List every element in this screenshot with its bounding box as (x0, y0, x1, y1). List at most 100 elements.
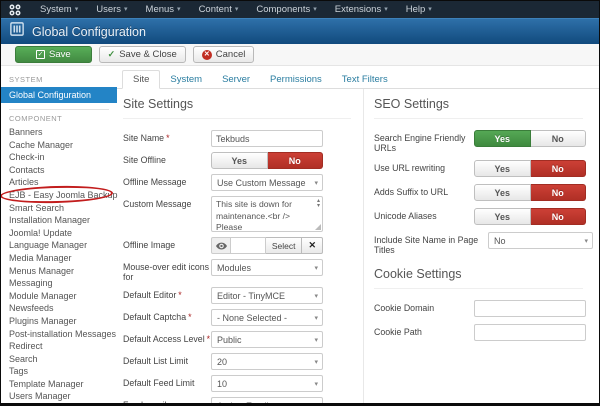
sidebar-item-module-manager[interactable]: Module Manager (1, 290, 117, 303)
sidebar-item-media-manager[interactable]: Media Manager (1, 252, 117, 265)
top-menu: System ▾ Users ▾ Menus ▾ Content ▾ Component… (31, 4, 441, 15)
offline-message-select[interactable]: Use Custom Message ▾ (211, 174, 323, 191)
menu-content[interactable]: Content ▾ (190, 4, 248, 15)
save-close-button[interactable]: ✓ Save & Close (98, 46, 186, 63)
menu-extensions[interactable]: Extensions ▾ (326, 4, 397, 15)
sidebar-item-ejb-easy-joomla-backup[interactable]: EJB - Easy Joomla Backup (1, 184, 118, 205)
offline-image-label: Offline Image (123, 240, 176, 250)
cookie-settings-heading: Cookie Settings (374, 263, 583, 290)
chevron-down-icon: ▾ (314, 292, 318, 300)
url-suffix-yes-button[interactable]: Yes (474, 184, 531, 202)
sidebar-item-smart-search[interactable]: Smart Search (1, 202, 117, 215)
menu-system[interactable]: System ▾ (31, 4, 87, 15)
sef-urls-no-button[interactable]: No (530, 130, 586, 147)
sef-urls-toggle: Yes No (474, 130, 586, 147)
cookie-path-label: Cookie Path (374, 327, 422, 338)
default-access-label: Default Access Level * (123, 334, 211, 345)
sidebar-item-contacts[interactable]: Contacts (1, 164, 117, 177)
list-limit-select[interactable]: 20 ▾ (211, 353, 323, 371)
sidebar-item-menus-manager[interactable]: Menus Manager (1, 265, 117, 278)
url-suffix-no-button[interactable]: No (530, 184, 586, 202)
url-rewriting-label: Use URL rewriting (374, 163, 446, 174)
sef-urls-yes-button[interactable]: Yes (474, 130, 531, 147)
cookie-domain-label: Cookie Domain (374, 303, 435, 314)
spinner-icon[interactable]: ▴ ▾ (317, 198, 320, 209)
admin-menu-bar: System ▾ Users ▾ Menus ▾ Content ▾ Component… (1, 1, 599, 18)
sidebar-item-newsfeeds[interactable]: Newsfeeds (1, 302, 117, 315)
feed-limit-select[interactable]: 10 ▾ (211, 375, 323, 393)
unicode-aliases-yes-button[interactable]: Yes (474, 208, 531, 226)
sidebar-item-language-manager[interactable]: Language Manager (1, 239, 117, 252)
required-asterisk: * (206, 334, 211, 345)
chevron-down-icon: ▾ (314, 314, 318, 322)
site-settings-heading: Site Settings (123, 93, 351, 119)
feed-email-select[interactable]: Author Email ▾ (211, 397, 323, 403)
unicode-aliases-no-button[interactable]: No (530, 208, 586, 226)
chevron-down-icon: ▾ (314, 336, 318, 344)
sitename-in-titles-select[interactable]: No ▾ (488, 232, 593, 250)
tab-text-filters[interactable]: Text Filters (332, 71, 398, 88)
sidebar-item-banners[interactable]: Banners (1, 126, 117, 139)
default-captcha-select[interactable]: - None Selected - ▾ (211, 309, 323, 327)
sidebar-item-articles[interactable]: Articles (1, 176, 117, 189)
chevron-down-icon: ▾ (314, 380, 318, 388)
sidebar-item-installation-manager[interactable]: Installation Manager (1, 214, 117, 227)
eye-icon[interactable] (211, 237, 231, 254)
sidebar-item-global-configuration[interactable]: Global Configuration (1, 87, 117, 103)
mouseover-icons-select[interactable]: Modules ▾ (211, 259, 323, 276)
site-offline-yes-button[interactable]: Yes (211, 152, 268, 169)
sidebar-item-joomla-update[interactable]: Joomla! Update (1, 227, 117, 240)
default-editor-select[interactable]: Editor - TinyMCE ▾ (211, 287, 323, 305)
tab-site[interactable]: Site (122, 70, 161, 89)
url-rewriting-yes-button[interactable]: Yes (474, 160, 531, 178)
tab-permissions[interactable]: Permissions (260, 71, 332, 88)
select-image-button[interactable]: Select (265, 237, 303, 254)
sef-urls-label: Search Engine Friendly URLs (374, 133, 466, 154)
cookie-domain-input[interactable] (474, 300, 586, 318)
site-name-input[interactable]: Tekbuds (211, 130, 323, 147)
required-asterisk: * (188, 312, 192, 323)
menu-menus[interactable]: Menus ▾ (137, 4, 190, 15)
menu-help[interactable]: Help ▾ (397, 4, 441, 15)
caret-down-icon: ▾ (313, 6, 317, 13)
menu-users[interactable]: Users ▾ (87, 4, 136, 15)
offline-image-field: Select ✕ (211, 237, 323, 254)
default-captcha-label: Default Captcha * (123, 312, 192, 323)
sidebar-item-users-manager[interactable]: Users Manager (1, 390, 117, 403)
resize-handle-icon[interactable] (315, 224, 321, 230)
chevron-down-icon: ▾ (314, 179, 318, 187)
offline-image-input[interactable] (231, 237, 266, 254)
sidebar-item-search[interactable]: Search (1, 353, 117, 366)
url-rewriting-no-button[interactable]: No (530, 160, 586, 178)
check-icon: ✓ (107, 49, 116, 59)
sidebar-item-plugins-manager[interactable]: Plugins Manager (1, 315, 117, 328)
sidebar-item-redirect[interactable]: Redirect (1, 340, 117, 353)
clear-image-button[interactable]: ✕ (302, 237, 323, 254)
sidebar-item-messaging[interactable]: Messaging (1, 277, 117, 290)
sidebar: SYSTEM Global Configuration COMPONENT Ba… (1, 66, 118, 403)
sidebar-item-template-manager[interactable]: Template Manager (1, 378, 117, 391)
menu-components[interactable]: Components ▾ (247, 4, 325, 15)
custom-message-label: Custom Message (123, 199, 192, 209)
seo-settings-panel: SEO Settings Search Engine Friendly URLs… (363, 89, 599, 403)
sidebar-item-check-in[interactable]: Check-in (1, 151, 117, 164)
toolbar: ✓ Save ✓ Save & Close ✕ Cancel (1, 44, 599, 66)
sidebar-item-tags[interactable]: Tags (1, 365, 117, 378)
tab-system[interactable]: System (160, 71, 212, 88)
mouseover-icons-label: Mouse-over edit icons for (123, 262, 210, 283)
save-button[interactable]: ✓ Save (15, 46, 92, 63)
sidebar-item-post-installation-messages[interactable]: Post-installation Messages (1, 328, 117, 341)
required-asterisk: * (178, 290, 182, 301)
feed-email-label: Feed email (123, 400, 167, 406)
main-content: Site System Server Permissions Text Filt… (117, 66, 599, 403)
custom-message-textarea[interactable]: This site is down for maintenance.<br />… (211, 196, 323, 232)
tab-server[interactable]: Server (212, 71, 260, 88)
url-rewriting-toggle: Yes No (474, 160, 586, 178)
cancel-button[interactable]: ✕ Cancel (192, 46, 255, 63)
sidebar-item-cache-manager[interactable]: Cache Manager (1, 139, 117, 152)
site-offline-toggle: Yes No (211, 152, 323, 169)
default-access-select[interactable]: Public ▾ (211, 331, 323, 349)
seo-settings-heading: SEO Settings (374, 93, 583, 119)
cookie-path-input[interactable] (474, 324, 586, 342)
site-offline-no-button[interactable]: No (267, 152, 323, 169)
